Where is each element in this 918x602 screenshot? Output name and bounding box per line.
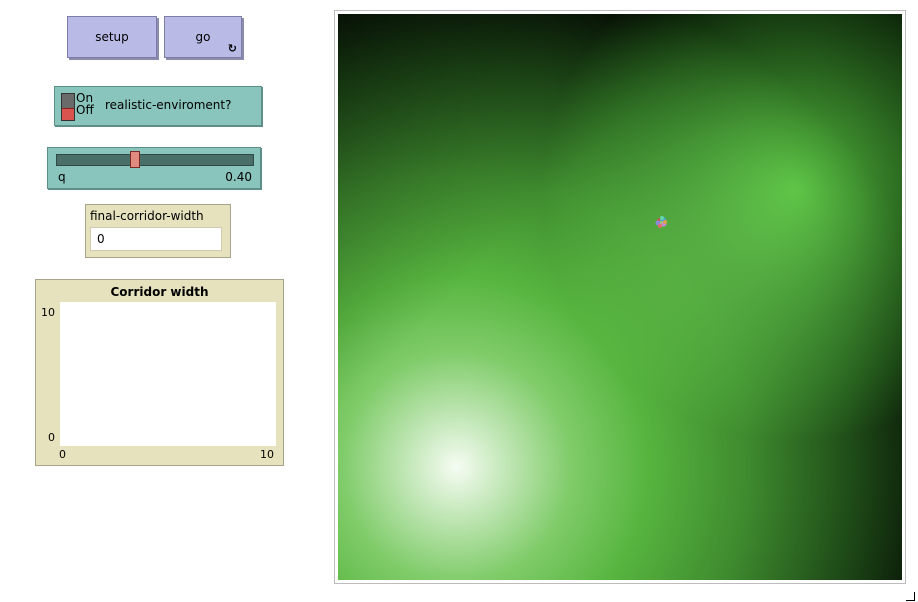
plot-y-max-label: 10	[41, 306, 55, 319]
slider-value: 0.40	[225, 170, 252, 184]
switch-off-label: Off	[76, 103, 94, 117]
forever-icon: ↻	[227, 42, 237, 55]
plot-area	[60, 302, 276, 446]
final-corridor-width-monitor: final-corridor-width 0	[85, 204, 231, 258]
resize-corner[interactable]	[906, 592, 915, 601]
monitor-value-box: 0	[90, 227, 222, 251]
turtle[interactable]	[663, 220, 667, 224]
slider-track[interactable]	[56, 154, 254, 166]
view-shading	[338, 14, 902, 580]
switch-track[interactable]	[61, 93, 75, 121]
plot-x-min-label: 0	[59, 448, 66, 461]
turtle[interactable]	[658, 224, 662, 228]
realistic-environment-switch[interactable]: On Off realistic-enviroment?	[54, 86, 262, 126]
plot-x-max-label: 10	[260, 448, 274, 461]
monitor-label: final-corridor-width	[90, 209, 204, 223]
switch-label: realistic-enviroment?	[105, 98, 232, 112]
setup-button-label: setup	[95, 30, 129, 44]
go-button-label: go	[195, 30, 211, 44]
q-slider[interactable]: q 0.40	[47, 147, 261, 189]
go-button[interactable]: go ↻	[164, 16, 242, 58]
switch-knob[interactable]	[62, 108, 74, 120]
setup-button[interactable]: setup	[67, 16, 157, 58]
world-view[interactable]	[334, 10, 906, 584]
turtle[interactable]	[660, 216, 664, 220]
corridor-width-plot: Corridor width 10 0 0 10	[35, 279, 284, 466]
monitor-value: 0	[97, 232, 105, 246]
plot-y-min-label: 0	[48, 431, 55, 444]
turtle-cluster[interactable]	[651, 212, 673, 234]
patch-field[interactable]	[338, 14, 902, 580]
slider-name: q	[58, 170, 66, 184]
slider-thumb[interactable]	[130, 151, 141, 168]
plot-title: Corridor width	[110, 285, 209, 299]
